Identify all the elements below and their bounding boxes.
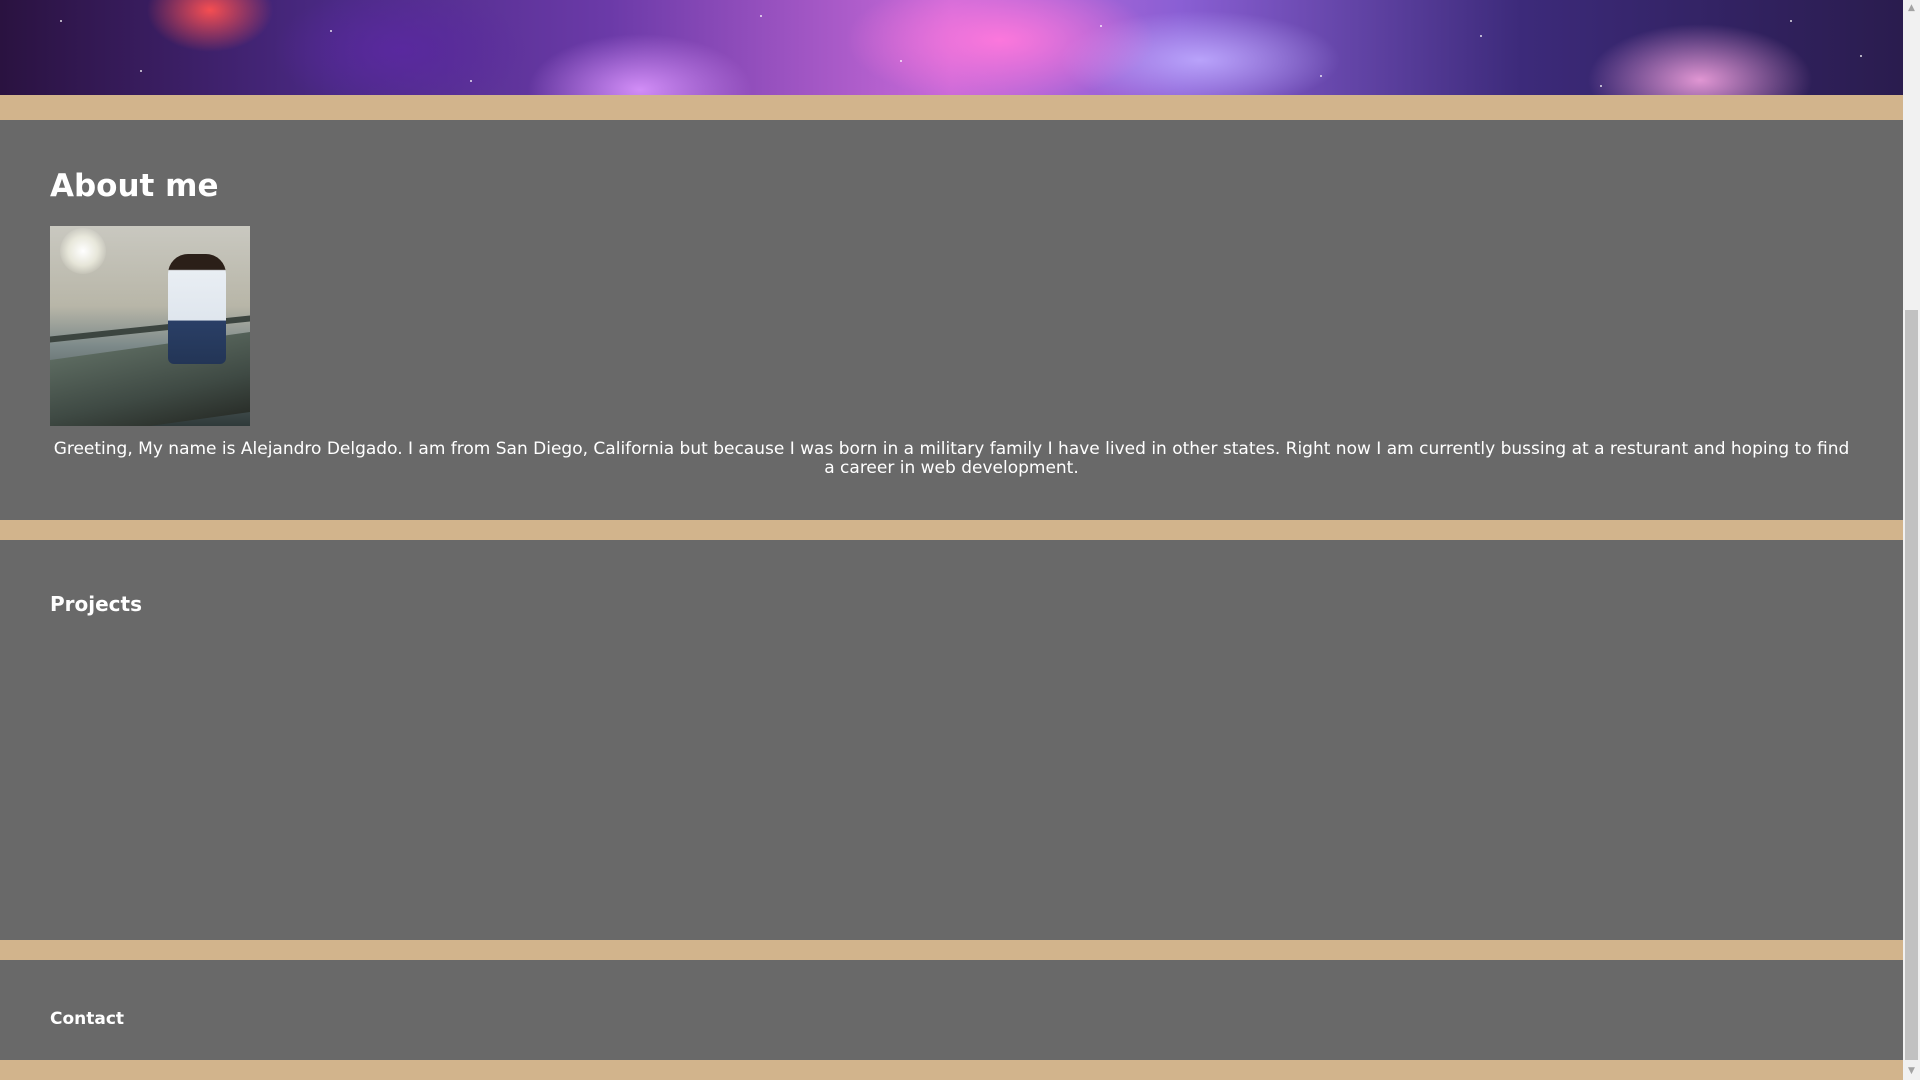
projects-heading: Projects <box>50 592 143 616</box>
photo-sun <box>60 228 106 274</box>
contact-heading: Contact <box>50 1009 125 1029</box>
star <box>1600 85 1602 87</box>
scroll-up-arrow-icon[interactable]: ▲ <box>1903 0 1920 17</box>
star <box>760 15 762 17</box>
about-heading: About me <box>50 168 219 204</box>
star <box>1790 20 1792 22</box>
projects-section: Projects <box>0 540 1903 940</box>
star <box>1100 25 1102 27</box>
star <box>1480 35 1482 37</box>
about-section: About me Greeting, My name is Alejandro … <box>0 120 1903 520</box>
about-paragraph: Greeting, My name is Alejandro Delgado. … <box>53 439 1850 478</box>
star <box>330 30 332 32</box>
star <box>900 60 902 62</box>
vertical-scrollbar[interactable]: ▲ ▼ <box>1903 0 1920 1080</box>
star <box>1860 55 1862 57</box>
star <box>1320 75 1322 77</box>
galaxy-banner-image <box>0 0 1903 95</box>
scroll-down-arrow-icon[interactable]: ▼ <box>1903 1063 1920 1080</box>
star <box>470 80 472 82</box>
scrollbar-thumb[interactable] <box>1905 310 1918 1060</box>
profile-photo <box>50 226 250 426</box>
contact-section: Contact <box>0 960 1903 1060</box>
star <box>140 70 142 72</box>
photo-person <box>168 254 226 364</box>
page: About me Greeting, My name is Alejandro … <box>0 0 1903 1080</box>
star <box>60 20 62 22</box>
